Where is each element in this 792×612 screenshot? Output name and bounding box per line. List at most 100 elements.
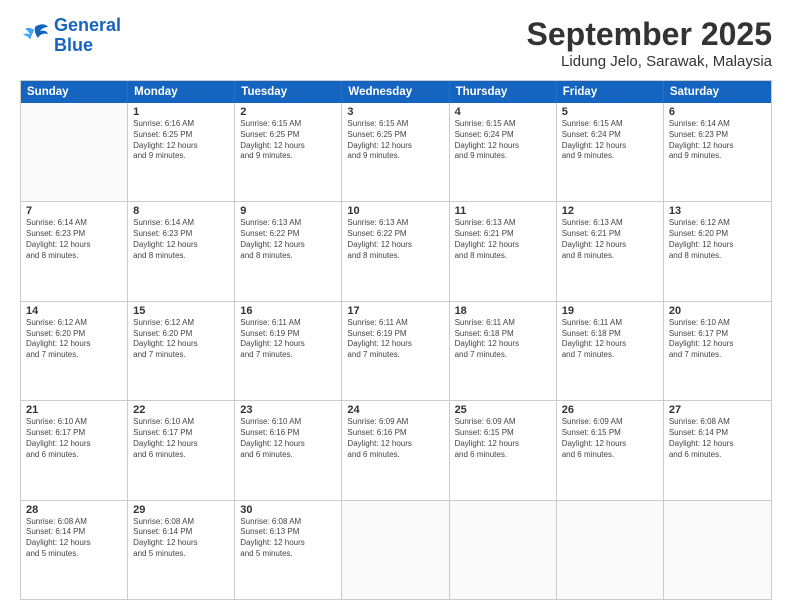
calendar: SundayMondayTuesdayWednesdayThursdayFrid… <box>20 80 772 600</box>
calendar-header: SundayMondayTuesdayWednesdayThursdayFrid… <box>21 81 771 103</box>
logo: General Blue <box>20 16 121 56</box>
day-info: Sunrise: 6:11 AM Sunset: 6:19 PM Dayligh… <box>347 318 443 361</box>
day-number: 2 <box>240 106 336 118</box>
day-cell-10: 10Sunrise: 6:13 AM Sunset: 6:22 PM Dayli… <box>342 202 449 300</box>
day-cell-5: 5Sunrise: 6:15 AM Sunset: 6:24 PM Daylig… <box>557 103 664 201</box>
day-cell-14: 14Sunrise: 6:12 AM Sunset: 6:20 PM Dayli… <box>21 302 128 400</box>
day-number: 28 <box>26 504 122 516</box>
day-info: Sunrise: 6:09 AM Sunset: 6:15 PM Dayligh… <box>455 417 551 460</box>
day-info: Sunrise: 6:16 AM Sunset: 6:25 PM Dayligh… <box>133 119 229 162</box>
day-number: 16 <box>240 305 336 317</box>
location: Lidung Jelo, Sarawak, Malaysia <box>527 53 772 70</box>
header-day-saturday: Saturday <box>664 81 771 103</box>
day-cell-9: 9Sunrise: 6:13 AM Sunset: 6:22 PM Daylig… <box>235 202 342 300</box>
day-cell-4: 4Sunrise: 6:15 AM Sunset: 6:24 PM Daylig… <box>450 103 557 201</box>
title-block: September 2025 Lidung Jelo, Sarawak, Mal… <box>527 16 772 70</box>
day-number: 14 <box>26 305 122 317</box>
day-info: Sunrise: 6:09 AM Sunset: 6:15 PM Dayligh… <box>562 417 658 460</box>
empty-cell-0-0 <box>21 103 128 201</box>
day-number: 7 <box>26 205 122 217</box>
day-info: Sunrise: 6:13 AM Sunset: 6:22 PM Dayligh… <box>240 218 336 261</box>
day-cell-21: 21Sunrise: 6:10 AM Sunset: 6:17 PM Dayli… <box>21 401 128 499</box>
calendar-week-2: 7 Sunrise: 6:14 AM Sunset: 6:23 PM Daylig… <box>21 202 771 301</box>
day-info: Sunrise: 6:13 AM Sunset: 6:21 PM Dayligh… <box>562 218 658 261</box>
calendar-week-3: 14Sunrise: 6:12 AM Sunset: 6:20 PM Dayli… <box>21 302 771 401</box>
day-cell-18: 18Sunrise: 6:11 AM Sunset: 6:18 PM Dayli… <box>450 302 557 400</box>
day-cell-23: 23Sunrise: 6:10 AM Sunset: 6:16 PM Dayli… <box>235 401 342 499</box>
day-cell-28: 28Sunrise: 6:08 AM Sunset: 6:14 PM Dayli… <box>21 501 128 599</box>
logo-line2: Blue <box>54 35 93 55</box>
logo-line1: General <box>54 15 121 35</box>
header-day-wednesday: Wednesday <box>342 81 449 103</box>
day-number: 3 <box>347 106 443 118</box>
empty-cell-4-3 <box>342 501 449 599</box>
day-info: Sunrise: 6:15 AM Sunset: 6:25 PM Dayligh… <box>240 119 336 162</box>
day-cell-2: 2Sunrise: 6:15 AM Sunset: 6:25 PM Daylig… <box>235 103 342 201</box>
day-cell-7: 7Sunrise: 6:14 AM Sunset: 6:23 PM Daylig… <box>21 202 128 300</box>
day-cell-11: 11Sunrise: 6:13 AM Sunset: 6:21 PM Dayli… <box>450 202 557 300</box>
calendar-body: 1Sunrise: 6:16 AM Sunset: 6:25 PM Daylig… <box>21 103 771 599</box>
day-info: Sunrise: 6:11 AM Sunset: 6:18 PM Dayligh… <box>455 318 551 361</box>
day-cell-25: 25Sunrise: 6:09 AM Sunset: 6:15 PM Dayli… <box>450 401 557 499</box>
day-number: 1 <box>133 106 229 118</box>
day-info: Sunrise: 6:11 AM Sunset: 6:18 PM Dayligh… <box>562 318 658 361</box>
day-info: Sunrise: 6:10 AM Sunset: 6:17 PM Dayligh… <box>669 318 766 361</box>
day-number: 8 <box>133 205 229 217</box>
day-number: 23 <box>240 404 336 416</box>
day-cell-24: 24Sunrise: 6:09 AM Sunset: 6:16 PM Dayli… <box>342 401 449 499</box>
day-info: Sunrise: 6:08 AM Sunset: 6:13 PM Dayligh… <box>240 517 336 560</box>
day-number: 24 <box>347 404 443 416</box>
day-number: 15 <box>133 305 229 317</box>
day-cell-1: 1Sunrise: 6:16 AM Sunset: 6:25 PM Daylig… <box>128 103 235 201</box>
day-number: 21 <box>26 404 122 416</box>
day-info: Sunrise: 6:15 AM Sunset: 6:25 PM Dayligh… <box>347 119 443 162</box>
day-cell-13: 13Sunrise: 6:12 AM Sunset: 6:20 PM Dayli… <box>664 202 771 300</box>
day-cell-30: 30Sunrise: 6:08 AM Sunset: 6:13 PM Dayli… <box>235 501 342 599</box>
day-cell-15: 15Sunrise: 6:12 AM Sunset: 6:20 PM Dayli… <box>128 302 235 400</box>
day-cell-3: 3Sunrise: 6:15 AM Sunset: 6:25 PM Daylig… <box>342 103 449 201</box>
day-info: Sunrise: 6:12 AM Sunset: 6:20 PM Dayligh… <box>26 318 122 361</box>
day-number: 22 <box>133 404 229 416</box>
day-number: 5 <box>562 106 658 118</box>
day-info: Sunrise: 6:13 AM Sunset: 6:21 PM Dayligh… <box>455 218 551 261</box>
day-number: 17 <box>347 305 443 317</box>
day-info: Sunrise: 6:10 AM Sunset: 6:16 PM Dayligh… <box>240 417 336 460</box>
header-day-sunday: Sunday <box>21 81 128 103</box>
month-title: September 2025 <box>527 16 772 53</box>
day-info: Sunrise: 6:10 AM Sunset: 6:17 PM Dayligh… <box>26 417 122 460</box>
day-info: Sunrise: 6:14 AM Sunset: 6:23 PM Dayligh… <box>133 218 229 261</box>
day-info: Sunrise: 6:11 AM Sunset: 6:19 PM Dayligh… <box>240 318 336 361</box>
day-number: 13 <box>669 205 766 217</box>
day-cell-22: 22Sunrise: 6:10 AM Sunset: 6:17 PM Dayli… <box>128 401 235 499</box>
day-cell-20: 20Sunrise: 6:10 AM Sunset: 6:17 PM Dayli… <box>664 302 771 400</box>
day-info: Sunrise: 6:10 AM Sunset: 6:17 PM Dayligh… <box>133 417 229 460</box>
day-info: Sunrise: 6:12 AM Sunset: 6:20 PM Dayligh… <box>669 218 766 261</box>
day-info: Sunrise: 6:15 AM Sunset: 6:24 PM Dayligh… <box>455 119 551 162</box>
logo-text: General Blue <box>54 16 121 56</box>
header-day-friday: Friday <box>557 81 664 103</box>
day-cell-17: 17Sunrise: 6:11 AM Sunset: 6:19 PM Dayli… <box>342 302 449 400</box>
day-number: 29 <box>133 504 229 516</box>
day-info: Sunrise: 6:12 AM Sunset: 6:20 PM Dayligh… <box>133 318 229 361</box>
day-number: 10 <box>347 205 443 217</box>
day-number: 25 <box>455 404 551 416</box>
header-day-monday: Monday <box>128 81 235 103</box>
day-number: 26 <box>562 404 658 416</box>
day-number: 11 <box>455 205 551 217</box>
empty-cell-4-5 <box>557 501 664 599</box>
day-number: 6 <box>669 106 766 118</box>
day-number: 12 <box>562 205 658 217</box>
day-number: 19 <box>562 305 658 317</box>
day-number: 9 <box>240 205 336 217</box>
calendar-week-5: 28 Sunrise: 6:08 AM Sunset: 6:14 PM Dayli… <box>21 501 771 599</box>
day-info: Sunrise: 6:14 AM Sunset: 6:23 PM Dayligh… <box>669 119 766 162</box>
day-number: 30 <box>240 504 336 516</box>
day-info: Sunrise: 6:08 AM Sunset: 6:14 PM Dayligh… <box>669 417 766 460</box>
calendar-week-1: 1Sunrise: 6:16 AM Sunset: 6:25 PM Daylig… <box>21 103 771 202</box>
day-number: 18 <box>455 305 551 317</box>
day-cell-27: 27Sunrise: 6:08 AM Sunset: 6:14 PM Dayli… <box>664 401 771 499</box>
day-info: Sunrise: 6:08 AM Sunset: 6:14 PM Dayligh… <box>133 517 229 560</box>
day-number: 27 <box>669 404 766 416</box>
page: General Blue September 2025 Lidung Jelo,… <box>0 0 792 612</box>
day-cell-12: 12Sunrise: 6:13 AM Sunset: 6:21 PM Dayli… <box>557 202 664 300</box>
